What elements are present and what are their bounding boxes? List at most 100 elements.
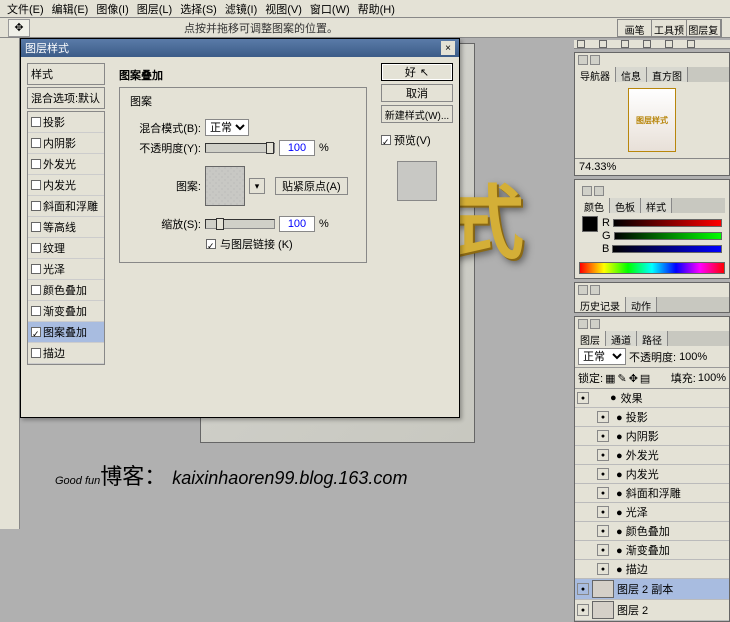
blend-mode-select[interactable]: 正常 (205, 119, 249, 136)
style-checkbox[interactable] (31, 201, 41, 211)
style-checkbox[interactable] (31, 327, 41, 337)
style-checkbox[interactable] (31, 264, 41, 274)
style-item-描边[interactable]: 描边 (28, 343, 104, 364)
tab-paths[interactable]: 路径 (637, 331, 668, 346)
scale-slider[interactable] (205, 219, 275, 229)
menu-help[interactable]: 帮助(H) (355, 0, 398, 18)
layer-blend-mode[interactable]: 正常 (578, 348, 626, 365)
style-item-投影[interactable]: 投影 (28, 112, 104, 133)
zoom-value[interactable]: 74.33% (579, 161, 616, 173)
style-checkbox[interactable] (31, 348, 41, 358)
tab-layercomp[interactable]: 图层复合 (687, 20, 721, 36)
style-checkbox[interactable] (31, 180, 41, 190)
fx-item[interactable]: ● 内发光 (575, 465, 729, 484)
style-checkbox[interactable] (31, 117, 41, 127)
scale-input[interactable] (279, 216, 315, 232)
fx-item[interactable]: ● 描边 (575, 560, 729, 579)
tab-toolpreset[interactable]: 工具预设 (652, 20, 686, 36)
layer-opacity-value[interactable]: 100% (679, 351, 707, 363)
style-item-内发光[interactable]: 内发光 (28, 175, 104, 196)
mini-icon[interactable] (665, 40, 673, 48)
tab-swatch[interactable]: 色板 (610, 198, 641, 213)
dialog-titlebar[interactable]: 图层样式 × (21, 39, 459, 57)
close-icon[interactable] (590, 285, 600, 295)
fx-header[interactable]: ●效果 (575, 389, 729, 408)
color-spectrum[interactable] (579, 262, 725, 274)
lock-trans-icon[interactable]: ▦ (605, 372, 615, 385)
opacity-input[interactable] (279, 140, 315, 156)
style-checkbox[interactable] (31, 285, 41, 295)
collapse-icon[interactable] (582, 186, 592, 196)
r-slider[interactable] (613, 219, 722, 227)
fx-item[interactable]: ● 外发光 (575, 446, 729, 465)
fx-item[interactable]: ● 颜色叠加 (575, 522, 729, 541)
style-item-内阴影[interactable]: 内阴影 (28, 133, 104, 154)
style-item-颜色叠加[interactable]: 颜色叠加 (28, 280, 104, 301)
collapse-icon[interactable] (578, 55, 588, 65)
style-checkbox[interactable] (31, 222, 41, 232)
fx-item[interactable]: ● 投影 (575, 408, 729, 427)
style-item-图案叠加[interactable]: 图案叠加 (28, 322, 104, 343)
lock-all-icon[interactable]: ▤ (640, 372, 650, 385)
pattern-swatch[interactable] (205, 166, 245, 206)
close-icon[interactable] (590, 319, 600, 329)
tab-history[interactable]: 历史记录 (575, 297, 626, 312)
mini-icon[interactable] (599, 40, 607, 48)
tab-channels[interactable]: 通道 (606, 331, 637, 346)
close-icon[interactable] (594, 186, 604, 196)
tab-actions[interactable]: 动作 (626, 297, 657, 312)
tab-info[interactable]: 信息 (616, 67, 647, 82)
preview-checkbox[interactable] (381, 135, 391, 145)
style-list-header[interactable]: 样式 (27, 63, 105, 85)
menu-image[interactable]: 图像(I) (93, 0, 131, 18)
tab-histogram[interactable]: 直方图 (647, 67, 688, 82)
menu-file[interactable]: 文件(E) (4, 0, 47, 18)
close-icon[interactable]: × (441, 41, 455, 55)
style-item-等高线[interactable]: 等高线 (28, 217, 104, 238)
snap-origin-button[interactable]: 贴紧原点(A) (275, 177, 348, 195)
opacity-slider[interactable] (205, 143, 275, 153)
menu-select[interactable]: 选择(S) (177, 0, 220, 18)
link-layer-checkbox[interactable] (206, 239, 216, 249)
b-slider[interactable] (612, 245, 722, 253)
lock-move-icon[interactable]: ✥ (629, 372, 638, 385)
style-checkbox[interactable] (31, 159, 41, 169)
fx-item[interactable]: ● 内阴影 (575, 427, 729, 446)
ok-button[interactable]: 好↖ (381, 63, 453, 81)
fx-item[interactable]: ● 斜面和浮雕 (575, 484, 729, 503)
cancel-button[interactable]: 取消 (381, 84, 453, 102)
pattern-picker-icon[interactable]: ▾ (249, 178, 265, 194)
style-checkbox[interactable] (31, 243, 41, 253)
collapse-icon[interactable] (578, 319, 588, 329)
style-item-纹理[interactable]: 纹理 (28, 238, 104, 259)
tab-layers[interactable]: 图层 (575, 331, 606, 346)
collapse-icon[interactable] (578, 285, 588, 295)
fx-item[interactable]: ● 光泽 (575, 503, 729, 522)
navigator-thumbnail[interactable]: 图层样式 (628, 88, 676, 152)
style-item-外发光[interactable]: 外发光 (28, 154, 104, 175)
menu-window[interactable]: 窗口(W) (307, 0, 353, 18)
layer-item[interactable]: 图层 2 副本 (575, 579, 729, 600)
style-item-渐变叠加[interactable]: 渐变叠加 (28, 301, 104, 322)
layer-item[interactable]: 图层 2 (575, 600, 729, 621)
tab-navigator[interactable]: 导航器 (575, 67, 616, 82)
menu-edit[interactable]: 编辑(E) (49, 0, 92, 18)
style-checkbox[interactable] (31, 138, 41, 148)
tab-style[interactable]: 样式 (641, 198, 672, 213)
menu-layer[interactable]: 图层(L) (134, 0, 175, 18)
g-slider[interactable] (614, 232, 722, 240)
menu-filter[interactable]: 滤镜(I) (222, 0, 260, 18)
mini-icon[interactable] (577, 40, 585, 48)
menu-view[interactable]: 视图(V) (262, 0, 305, 18)
mini-icon[interactable] (621, 40, 629, 48)
lock-paint-icon[interactable]: ✎ (617, 372, 626, 385)
fill-value[interactable]: 100% (698, 372, 726, 384)
style-item-光泽[interactable]: 光泽 (28, 259, 104, 280)
new-style-button[interactable]: 新建样式(W)... (381, 105, 453, 123)
close-icon[interactable] (590, 55, 600, 65)
mini-icon[interactable] (643, 40, 651, 48)
style-checkbox[interactable] (31, 306, 41, 316)
fx-item[interactable]: ● 渐变叠加 (575, 541, 729, 560)
foreground-color[interactable] (582, 216, 598, 232)
tab-brush[interactable]: 画笔 (618, 20, 652, 36)
